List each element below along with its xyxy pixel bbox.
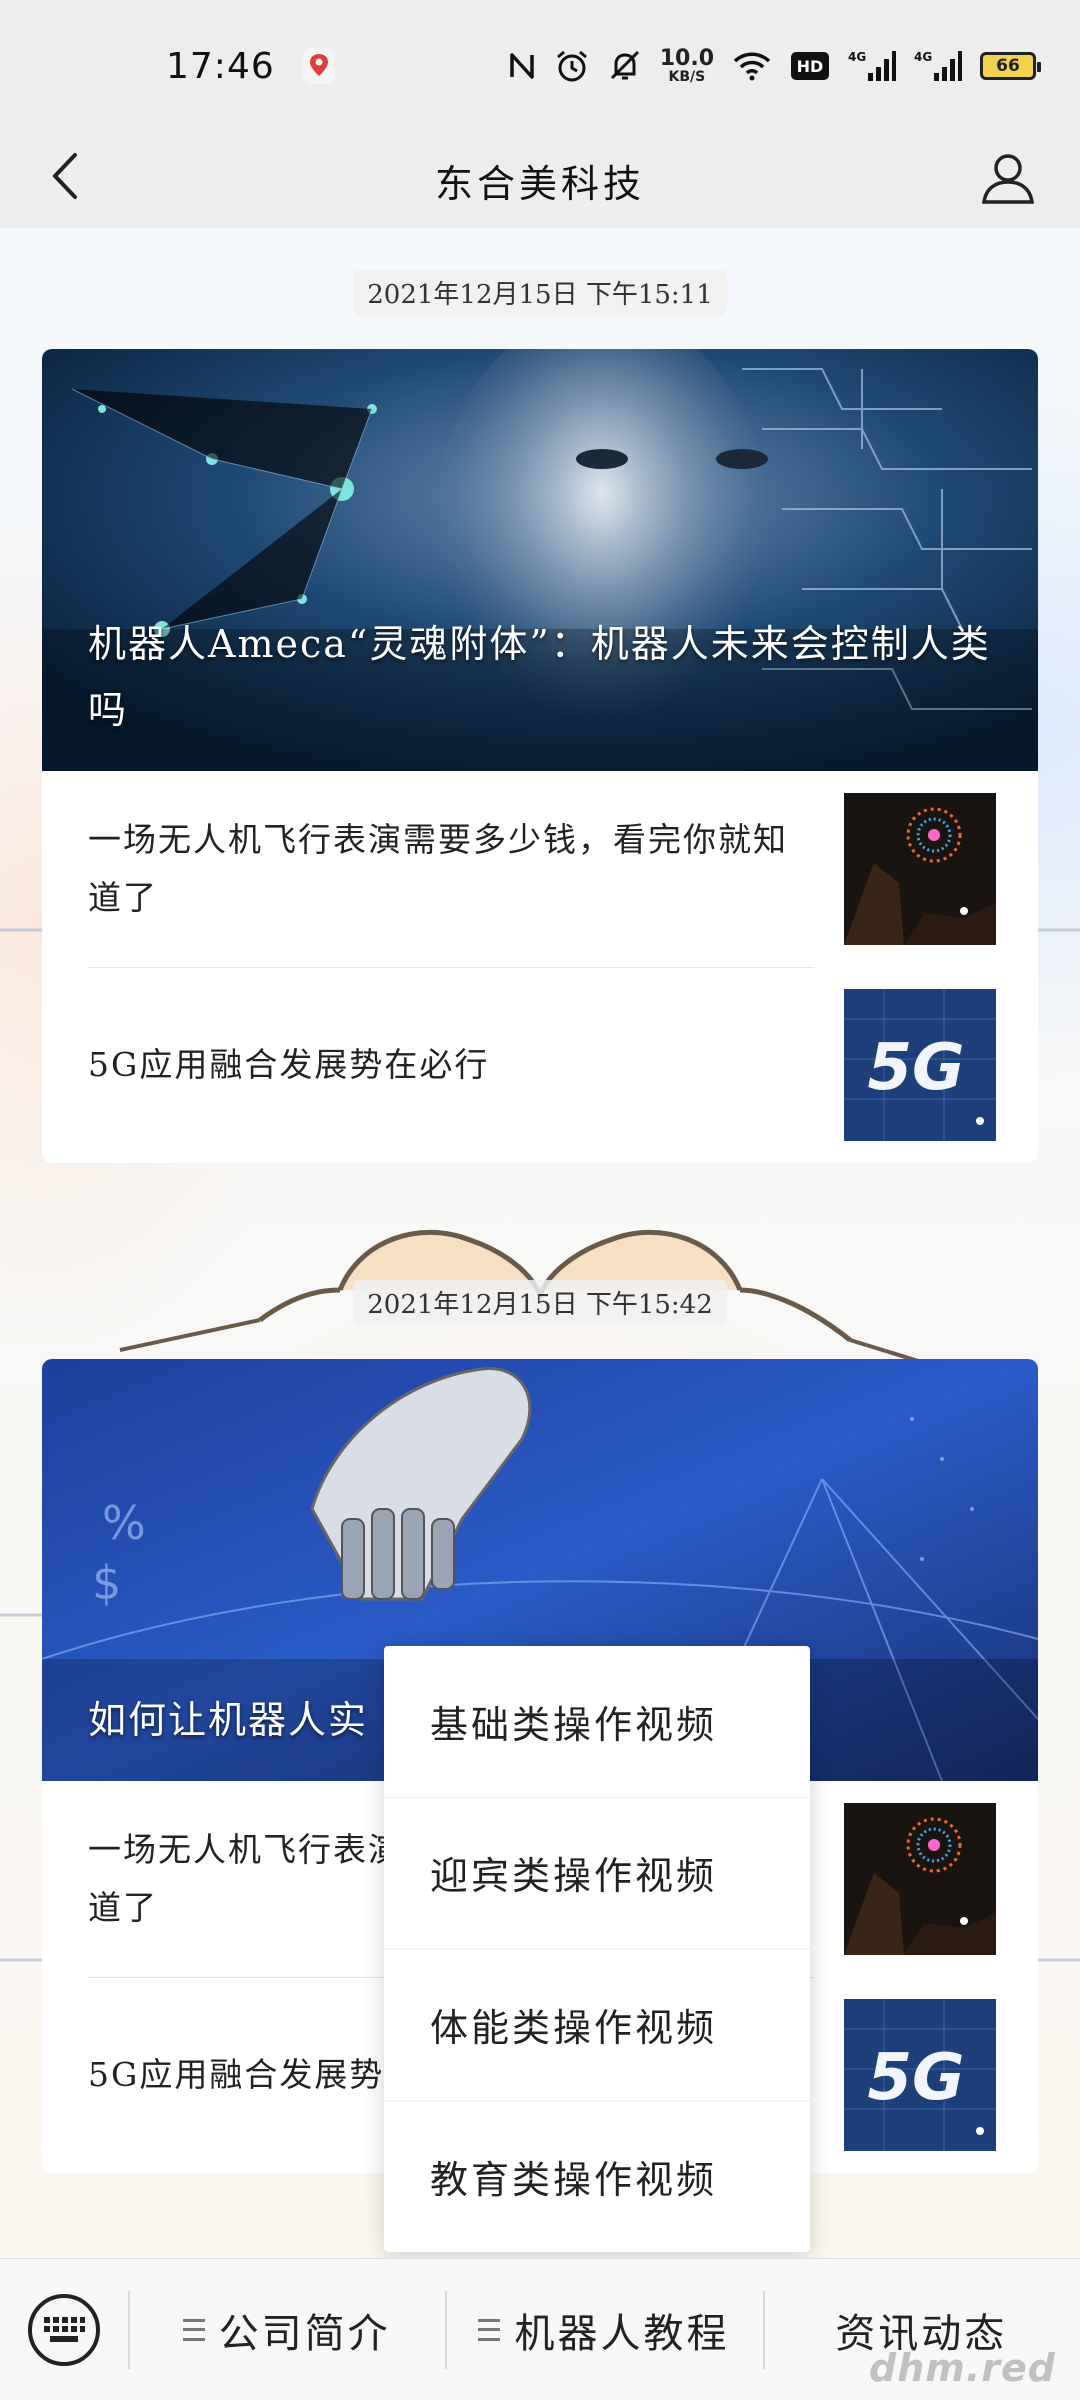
nfc-icon — [509, 53, 534, 79]
alarm-icon — [556, 50, 587, 82]
status-bar: 17:46 10.0 KB/S HD 4G 4G 66 — [0, 0, 1080, 132]
svg-text:5G: 5G — [867, 1031, 964, 1105]
profile-button[interactable] — [976, 146, 1040, 210]
news-item-title: 5G应用融合发展势在必行 — [88, 1045, 490, 1084]
svg-text:4G: 4G — [848, 50, 866, 64]
svg-text:$: $ — [92, 1556, 121, 1610]
menu-item-welcome-videos[interactable]: 迎宾类操作视频 — [384, 1798, 810, 1949]
location-pin-icon — [302, 48, 335, 84]
menu-item-basic-videos[interactable]: 基础类操作视频 — [384, 1646, 810, 1798]
status-time: 17:46 — [166, 45, 275, 87]
battery-icon: 66 — [980, 52, 1041, 80]
mute-bell-icon — [610, 50, 639, 80]
news-list-item[interactable]: 一场无人机飞行表演需要多少钱，看完你就知道了 — [42, 771, 1038, 967]
menu-item-education-videos[interactable]: 教育类操作视频 — [384, 2101, 810, 2253]
page-title: 东合美科技 — [434, 161, 645, 206]
drone-fireworks-thumbnail — [844, 793, 996, 945]
tab-label: 机器人教程 — [514, 2310, 730, 2357]
robot-tutorial-submenu: 基础类操作视频 迎宾类操作视频 体能类操作视频 教育类操作视频 — [384, 1646, 810, 2252]
news-item-title: 一场无人机飞行表演需要多少钱，看完你就知道了 — [88, 820, 788, 917]
message-timestamp: 2021年12月15日 下午15:11 — [353, 270, 727, 315]
menu-lines-icon — [182, 2318, 205, 2341]
signal-icon: 4G — [848, 50, 896, 81]
network-speed: 10.0 KB/S — [659, 46, 714, 85]
tab-company-intro[interactable]: 公司简介 — [128, 2259, 445, 2400]
message-timestamp: 2021年12月15日 下午15:42 — [353, 1280, 727, 1325]
tab-label: 公司简介 — [218, 2310, 391, 2357]
menu-lines-icon — [478, 2318, 501, 2341]
5g-thumbnail: 5G — [844, 989, 996, 1141]
svg-text:HD: HD — [797, 57, 824, 76]
svg-text:5G: 5G — [867, 2041, 964, 2115]
news-list-item[interactable]: 5G应用融合发展势在必行 5G — [42, 967, 1038, 1163]
signal-icon-2: 4G — [914, 50, 962, 81]
menu-item-fitness-videos[interactable]: 体能类操作视频 — [384, 1949, 810, 2101]
back-button[interactable] — [34, 146, 94, 206]
headline-article[interactable]: 机器人Ameca“灵魂附体”：机器人未来会控制人类吗 — [42, 349, 1038, 771]
headline-title: 机器人Ameca“灵魂附体”：机器人未来会控制人类吗 — [88, 622, 991, 732]
svg-text:%: % — [102, 1496, 146, 1550]
hd-icon: HD — [791, 52, 829, 80]
drone-fireworks-thumbnail — [844, 1803, 996, 1955]
svg-text:4G: 4G — [914, 50, 932, 64]
5g-thumbnail: 5G — [844, 1999, 996, 2151]
chevron-left-icon — [52, 153, 77, 199]
tab-robot-tutorial[interactable]: 机器人教程 — [445, 2259, 762, 2400]
keyboard-toggle-button[interactable] — [0, 2259, 128, 2400]
bottom-menu-bar: 公司简介 机器人教程 资讯动态 dhm.red — [0, 2258, 1080, 2400]
watermark: dhm.red — [869, 2346, 1056, 2390]
news-card: 机器人Ameca“灵魂附体”：机器人未来会控制人类吗 一场无人机飞行表演需要多少… — [42, 349, 1038, 1163]
nav-bar: 东合美科技 — [0, 132, 1080, 228]
wifi-icon — [733, 52, 771, 81]
keyboard-icon — [28, 2293, 100, 2366]
person-icon — [981, 154, 1035, 204]
